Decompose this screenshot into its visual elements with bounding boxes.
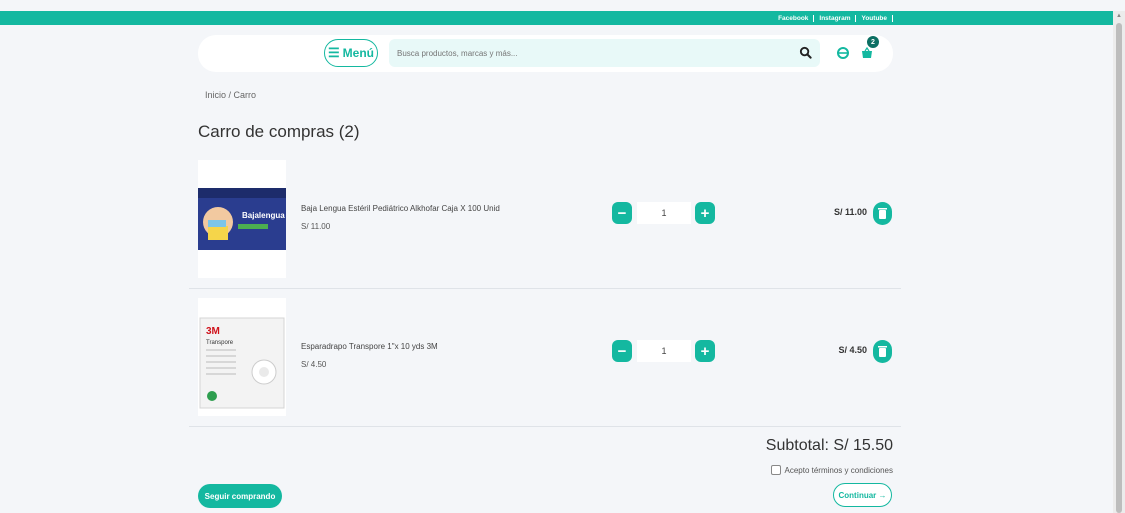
menu-label: Menú [342,46,374,60]
increase-qty-button[interactable]: + [695,340,715,362]
terms-label[interactable]: Acepto términos y condiciones [785,466,894,475]
product-image-label: Bajalengua [242,211,285,220]
youtube-link[interactable]: Youtube [856,14,893,22]
terms-checkbox[interactable] [770,465,781,475]
cart-item-row: Bajalengua Baja Lengua Estéril Pediátric… [189,150,901,289]
scroll-up-arrow-icon[interactable]: ▲ [1116,13,1122,19]
user-icon[interactable] [836,46,850,60]
continue-shopping-button[interactable]: Seguir comprando [198,484,282,508]
product-image[interactable]: Bajalengua [198,160,286,278]
quantity-value[interactable]: 1 [637,202,691,224]
continue-button[interactable]: Continuar → [833,483,892,507]
line-total: S/ 4.50 [838,345,867,355]
product-image-brand: 3M [206,326,220,337]
social-links: Facebook Instagram Youtube [773,11,893,25]
product-image-label: Transpore [206,340,234,346]
increase-qty-button[interactable]: + [695,202,715,224]
cart-item-row: 3M Transpore Esparadrapo Transpore 1"x 1… [189,288,901,427]
delete-item-button[interactable] [873,340,892,363]
site-header: ☰ Menú 2 [198,35,893,72]
cart-count-badge: 2 [867,36,879,48]
trash-icon [878,208,887,219]
breadcrumb: Inicio / Carro [205,90,257,100]
hamburger-icon: ☰ [328,45,340,60]
quantity-value[interactable]: 1 [637,340,691,362]
page-scrollbar[interactable]: ▲ [1113,11,1125,513]
product-price: S/ 11.00 [301,222,331,231]
decrease-qty-button[interactable]: − [612,340,632,362]
scroll-thumb[interactable] [1116,23,1122,513]
top-bar: Facebook Instagram Youtube [0,11,1113,25]
trash-icon [878,346,887,357]
subtotal: Subtotal: S/ 15.50 [765,437,893,454]
line-total: S/ 11.00 [833,207,867,217]
facebook-link[interactable]: Facebook [773,14,815,22]
search-icon[interactable] [799,46,812,59]
search-input[interactable] [389,39,795,67]
decrease-qty-button[interactable]: − [612,202,632,224]
product-name[interactable]: Baja Lengua Estéril Pediátrico Alkhofar … [301,204,500,213]
product-price: S/ 4.50 [301,360,327,369]
product-name[interactable]: Esparadrapo Transpore 1"x 10 yds 3M [301,342,438,351]
menu-button[interactable]: ☰ Menú [324,39,378,67]
page-title: Carro de compras (2) [198,122,360,141]
terms-row: Acepto términos y condiciones [770,465,894,475]
instagram-link[interactable]: Instagram [814,14,857,22]
search-bar [389,39,820,67]
cart-icon[interactable] [860,46,874,60]
product-image[interactable]: 3M Transpore [198,298,286,416]
delete-item-button[interactable] [873,202,892,225]
